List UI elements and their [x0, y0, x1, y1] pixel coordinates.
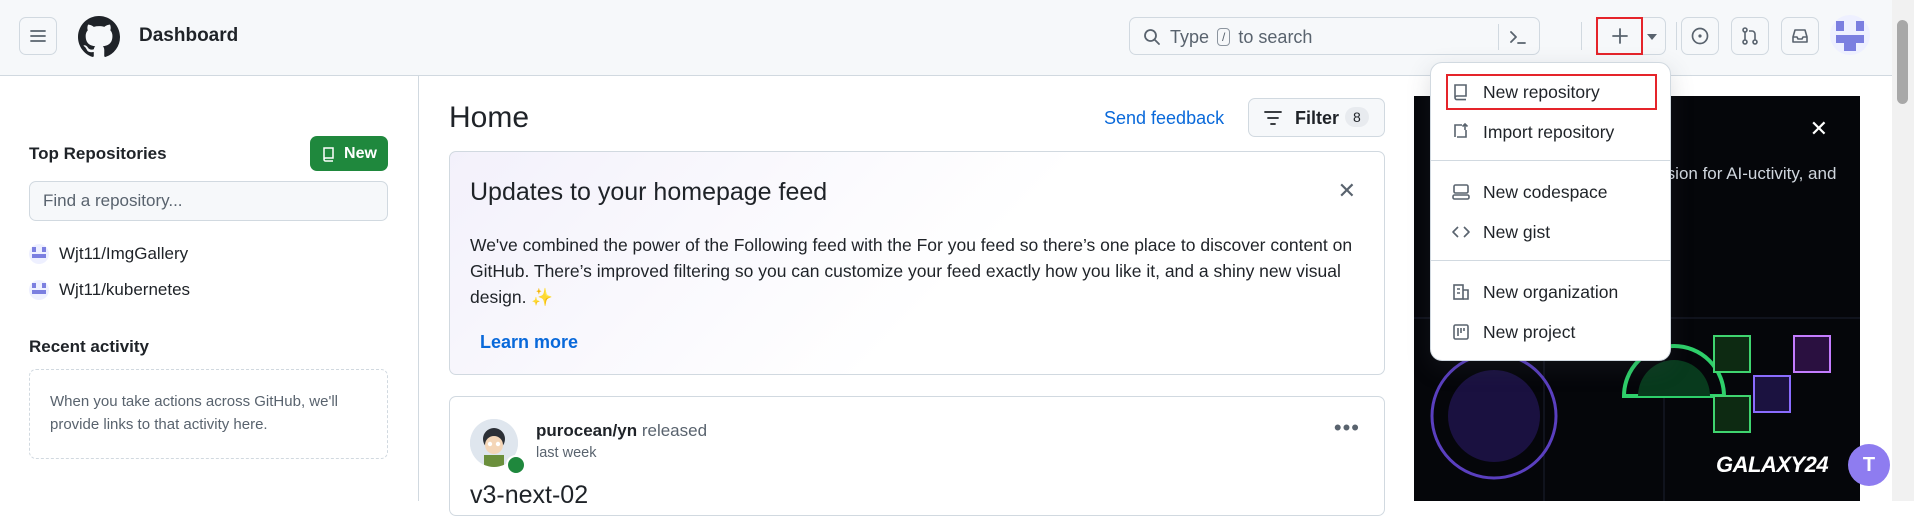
recent-activity-heading: Recent activity — [29, 337, 149, 356]
repo-owner-avatar — [29, 244, 49, 264]
filter-count-badge: 8 — [1345, 107, 1369, 127]
menu-item-new-repository[interactable]: New repository — [1446, 74, 1657, 110]
pull-requests-button[interactable] — [1731, 17, 1769, 55]
search-divider — [1498, 24, 1499, 50]
repo-name[interactable]: Wjt11/ImgGallery — [59, 244, 188, 264]
search-icon — [1144, 29, 1160, 45]
learn-more-link[interactable]: Learn more — [480, 332, 578, 353]
user-avatar[interactable] — [1830, 15, 1870, 55]
extension-fab-icon[interactable]: T — [1848, 444, 1890, 486]
header-divider — [1581, 22, 1582, 50]
feed-action: released — [641, 421, 708, 440]
repo-link[interactable]: Wjt11/ImgGallery — [29, 244, 188, 264]
identicon-icon — [1830, 15, 1870, 55]
repo-icon — [1454, 84, 1467, 101]
filter-icon — [1264, 111, 1282, 125]
new-repository-button[interactable]: New — [310, 136, 388, 171]
updates-card: Updates to your homepage feed ✕ We've co… — [449, 151, 1385, 375]
promo-text: r vision for AI-uctivity, and — [1644, 164, 1837, 183]
create-plus[interactable] — [1596, 17, 1643, 55]
feed-item-header: purocean/yn released — [536, 421, 707, 441]
menu-button[interactable] — [19, 17, 57, 55]
menu-item-label: New gist — [1483, 221, 1551, 242]
feed-item: purocean/yn released last week ••• v3-ne… — [449, 396, 1385, 516]
git-pull-request-icon — [1742, 27, 1758, 45]
issues-button[interactable] — [1681, 17, 1719, 55]
close-icon[interactable]: ✕ — [1338, 178, 1356, 204]
repo-icon — [323, 146, 334, 162]
triangle-down-icon[interactable] — [1645, 32, 1659, 42]
scrollbar-thumb[interactable] — [1897, 20, 1908, 104]
new-button-label: New — [344, 144, 377, 162]
search-placeholder: Type / to search — [1170, 27, 1313, 47]
release-title[interactable]: v3-next-02 — [470, 481, 588, 510]
menu-item-label: New organization — [1483, 281, 1619, 302]
actor-link[interactable]: purocean/yn — [536, 421, 637, 440]
create-new-button[interactable] — [1596, 17, 1666, 55]
project-icon — [1453, 324, 1469, 340]
menu-item-new-organization[interactable]: New organization — [1447, 275, 1656, 309]
menu-item-import-repository[interactable]: Import repository — [1447, 115, 1656, 149]
page-title: Home — [449, 101, 530, 134]
menu-item-label: Import repository — [1483, 121, 1615, 142]
send-feedback-link[interactable]: Send feedback — [1104, 108, 1224, 129]
search-input[interactable]: Type / to search — [1129, 17, 1540, 55]
menu-item-new-project[interactable]: New project — [1447, 315, 1656, 349]
filter-button[interactable]: Filter 8 — [1248, 98, 1385, 137]
menu-icon — [30, 30, 46, 42]
inbox-button[interactable] — [1781, 17, 1819, 55]
repo-push-icon — [1454, 122, 1469, 138]
repo-name[interactable]: Wjt11/kubernetes — [59, 280, 190, 300]
header-divider — [1676, 22, 1677, 50]
top-repositories-heading: Top Repositories — [29, 144, 167, 163]
updates-card-title: Updates to your homepage feed — [470, 178, 828, 206]
tag-icon — [506, 455, 526, 475]
menu-item-label: New repository — [1483, 81, 1600, 102]
feed-time: last week — [536, 445, 597, 461]
menu-divider — [1431, 160, 1670, 161]
context-title[interactable]: Dashboard — [139, 25, 238, 47]
find-repository-input[interactable]: Find a repository... — [29, 181, 388, 221]
github-logo-icon[interactable] — [78, 16, 120, 58]
menu-item-label: New project — [1483, 321, 1576, 342]
issue-opened-icon — [1691, 27, 1709, 45]
menu-item-label: New codespace — [1483, 181, 1608, 202]
galaxy-logo: GALAXY24 — [1716, 452, 1829, 477]
code-icon — [1452, 226, 1470, 238]
repo-owner-avatar — [29, 280, 49, 300]
codespaces-icon — [1452, 184, 1470, 200]
updates-card-body: We've combined the power of the Followin… — [470, 235, 1353, 307]
repo-link[interactable]: Wjt11/kubernetes — [29, 280, 190, 300]
page-scrollbar[interactable] — [1892, 0, 1914, 501]
create-new-menu: New repository Import repository New cod… — [1430, 62, 1671, 361]
kebab-horizontal-icon[interactable]: ••• — [1334, 415, 1360, 441]
menu-item-new-codespace[interactable]: New codespace — [1447, 175, 1656, 209]
inbox-icon — [1792, 29, 1808, 43]
search-shortcut-key: / — [1217, 28, 1231, 46]
command-palette-icon[interactable] — [1507, 26, 1529, 48]
close-icon[interactable]: ✕ — [1810, 116, 1828, 142]
menu-divider — [1431, 260, 1670, 261]
recent-activity-empty: When you take actions across GitHub, we'… — [29, 369, 388, 459]
organization-icon — [1453, 284, 1469, 300]
plus-icon — [1611, 28, 1628, 44]
filter-label: Filter — [1295, 108, 1340, 128]
menu-item-new-gist[interactable]: New gist — [1447, 215, 1656, 249]
